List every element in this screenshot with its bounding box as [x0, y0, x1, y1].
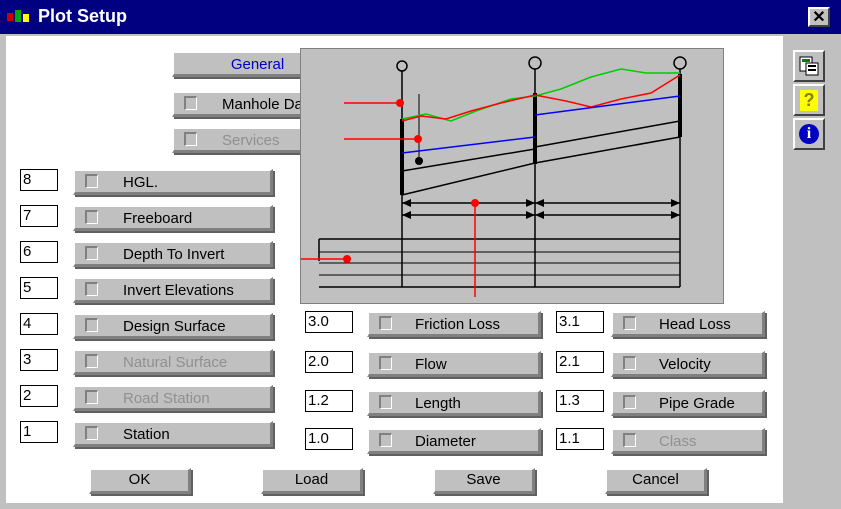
info-icon: i: [799, 124, 819, 144]
length-order-input[interactable]: 1.2: [305, 390, 353, 412]
design-surface-order-input[interactable]: 4: [20, 313, 58, 335]
diameter-checkbox[interactable]: [379, 433, 392, 447]
hgl-checkbox[interactable]: [85, 174, 98, 188]
friction-loss-label: Friction Loss: [415, 316, 501, 333]
diameter-label: Diameter: [415, 433, 476, 450]
depth-to-invert-button[interactable]: Depth To Invert: [73, 241, 273, 267]
station-order-input[interactable]: 1: [20, 421, 58, 443]
hgl-order-input[interactable]: 8: [20, 169, 58, 191]
class-button[interactable]: Class: [611, 428, 765, 454]
length-checkbox[interactable]: [379, 395, 392, 409]
natural-surface-order-input[interactable]: 3: [20, 349, 58, 371]
depth-to-invert-order-input[interactable]: 6: [20, 241, 58, 263]
class-order-input[interactable]: 1.1: [556, 428, 604, 450]
invert-elevations-button[interactable]: Invert Elevations: [73, 277, 273, 303]
flow-button[interactable]: Flow: [367, 351, 541, 377]
station-checkbox[interactable]: [85, 426, 98, 440]
manhole-data-checkbox[interactable]: [184, 96, 197, 110]
pipe-grade-checkbox[interactable]: [623, 395, 636, 409]
pipe-grade-label: Pipe Grade: [659, 395, 735, 412]
pipe-grade-button[interactable]: Pipe Grade: [611, 390, 765, 416]
friction-loss-order-input[interactable]: 3.0: [305, 311, 353, 333]
station-button[interactable]: Station: [73, 421, 273, 447]
app-icon: [6, 8, 32, 26]
velocity-order-input[interactable]: 2.1: [556, 351, 604, 373]
flow-checkbox[interactable]: [379, 356, 392, 370]
road-station-label: Road Station: [123, 390, 210, 407]
velocity-checkbox[interactable]: [623, 356, 636, 370]
velocity-button[interactable]: Velocity: [611, 351, 765, 377]
head-loss-label: Head Loss: [659, 316, 731, 333]
side-toolbar: ? i: [787, 44, 833, 504]
length-button[interactable]: Length: [367, 390, 541, 416]
natural-surface-button[interactable]: Natural Surface: [73, 349, 273, 375]
friction-loss-button[interactable]: Friction Loss: [367, 311, 541, 337]
diameter-order-input[interactable]: 1.0: [305, 428, 353, 450]
class-label: Class: [659, 433, 697, 450]
road-station-order-input[interactable]: 2: [20, 385, 58, 407]
ok-button[interactable]: OK: [89, 468, 191, 494]
freeboard-button[interactable]: Freeboard: [73, 205, 273, 231]
head-loss-button[interactable]: Head Loss: [611, 311, 765, 337]
export-icon: [799, 56, 819, 76]
depth-to-invert-checkbox[interactable]: [85, 246, 98, 260]
invert-elevations-order-input[interactable]: 5: [20, 277, 58, 299]
invert-elevations-checkbox[interactable]: [85, 282, 98, 296]
depth-to-invert-label: Depth To Invert: [123, 246, 225, 263]
design-surface-checkbox[interactable]: [85, 318, 98, 332]
profile-diagram-drawing: [301, 56, 687, 297]
natural-surface-checkbox[interactable]: [85, 354, 98, 368]
hgl-label: HGL.: [123, 174, 159, 191]
head-loss-checkbox[interactable]: [623, 316, 636, 330]
profile-diagram: [300, 48, 724, 304]
hgl-button[interactable]: HGL.: [73, 169, 273, 195]
velocity-label: Velocity: [659, 356, 711, 373]
flow-label: Flow: [415, 356, 447, 373]
design-surface-button[interactable]: Design Surface: [73, 313, 273, 339]
freeboard-checkbox[interactable]: [85, 210, 98, 224]
freeboard-label: Freeboard: [123, 210, 193, 227]
services-checkbox[interactable]: [184, 132, 197, 146]
export-button[interactable]: [793, 50, 825, 82]
road-station-button[interactable]: Road Station: [73, 385, 273, 411]
length-label: Length: [415, 395, 461, 412]
close-button[interactable]: ✕: [808, 7, 830, 27]
help-icon: ?: [800, 89, 818, 111]
pointer-lines: [344, 99, 422, 143]
natural-surface-label: Natural Surface: [123, 354, 228, 371]
invert-elevations-label: Invert Elevations: [123, 282, 234, 299]
station-label: Station: [123, 426, 170, 443]
window-title: Plot Setup: [38, 6, 127, 26]
info-button[interactable]: i: [793, 118, 825, 150]
flow-order-input[interactable]: 2.0: [305, 351, 353, 373]
services-label: Services: [222, 132, 280, 149]
design-surface-label: Design Surface: [123, 318, 226, 335]
head-loss-order-input[interactable]: 3.1: [556, 311, 604, 333]
cancel-button[interactable]: Cancel: [605, 468, 707, 494]
friction-loss-checkbox[interactable]: [379, 316, 392, 330]
diameter-button[interactable]: Diameter: [367, 428, 541, 454]
road-station-checkbox[interactable]: [85, 390, 98, 404]
load-button[interactable]: Load: [261, 468, 363, 494]
freeboard-order-input[interactable]: 7: [20, 205, 58, 227]
class-checkbox[interactable]: [623, 433, 636, 447]
help-button[interactable]: ?: [793, 84, 825, 116]
close-icon: ✕: [812, 9, 826, 26]
save-button[interactable]: Save: [433, 468, 535, 494]
pipe-grade-order-input[interactable]: 1.3: [556, 390, 604, 412]
title-bar: Plot Setup ✕: [0, 0, 841, 34]
